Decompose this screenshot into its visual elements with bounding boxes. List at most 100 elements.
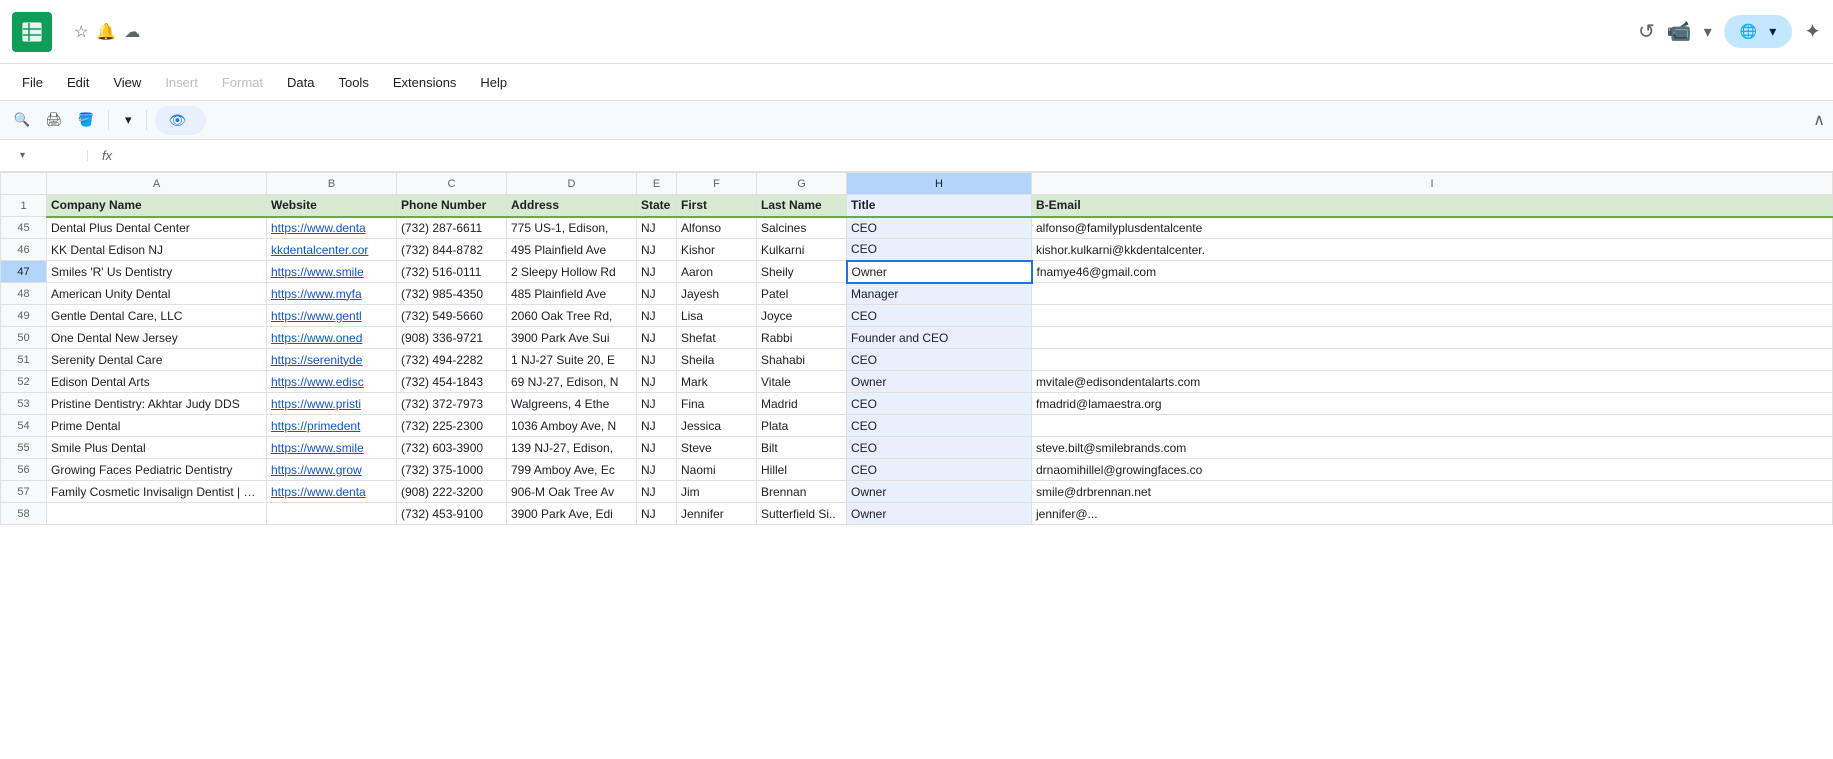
cell-49-C[interactable]: (732) 549-5660	[397, 305, 507, 327]
cell-52-H[interactable]: Owner	[847, 371, 1032, 393]
cell-56-B[interactable]: https://www.grow	[267, 459, 397, 481]
cell-52-B[interactable]: https://www.edisc	[267, 371, 397, 393]
cell-54-I[interactable]	[1032, 415, 1833, 437]
toolbar-collapse-icon[interactable]: ∧	[1813, 110, 1825, 130]
cell-55-A[interactable]: Smile Plus Dental	[47, 437, 267, 459]
menu-help[interactable]: Help	[470, 71, 517, 94]
cell-53-C[interactable]: (732) 372-7973	[397, 393, 507, 415]
cell-55-C[interactable]: (732) 603-3900	[397, 437, 507, 459]
cell-1-A[interactable]: Company Name	[47, 195, 267, 217]
col-header-G[interactable]: G	[757, 173, 847, 195]
cell-51-B[interactable]: https://serenityde	[267, 349, 397, 371]
cell-52-G[interactable]: Vitale	[757, 371, 847, 393]
cell-54-F[interactable]: Jessica	[677, 415, 757, 437]
cell-49-I[interactable]	[1032, 305, 1833, 327]
menu-data[interactable]: Data	[277, 71, 324, 94]
cell-50-F[interactable]: Shefat	[677, 327, 757, 349]
cell-47-H[interactable]: Owner	[847, 261, 1032, 283]
cell-51-D[interactable]: 1 NJ-27 Suite 20, E	[507, 349, 637, 371]
cell-45-I[interactable]: alfonso@familyplusdentalcente	[1032, 217, 1833, 239]
cell-56-G[interactable]: Hillel	[757, 459, 847, 481]
row-num-54[interactable]: 54	[1, 415, 47, 437]
cell-51-I[interactable]	[1032, 349, 1833, 371]
cell-54-D[interactable]: 1036 Amboy Ave, N	[507, 415, 637, 437]
row-num-58[interactable]: 58	[1, 503, 47, 525]
cell-56-E[interactable]: NJ	[637, 459, 677, 481]
menu-file[interactable]: File	[12, 71, 53, 94]
cell-52-D[interactable]: 69 NJ-27, Edison, N	[507, 371, 637, 393]
cell-55-B[interactable]: https://www.smile	[267, 437, 397, 459]
cell-52-E[interactable]: NJ	[637, 371, 677, 393]
cell-51-G[interactable]: Shahabi	[757, 349, 847, 371]
cell-58-A[interactable]	[47, 503, 267, 525]
cell-57-B[interactable]: https://www.denta	[267, 481, 397, 503]
cell-49-D[interactable]: 2060 Oak Tree Rd,	[507, 305, 637, 327]
cell-48-F[interactable]: Jayesh	[677, 283, 757, 305]
cell-50-C[interactable]: (908) 336-9721	[397, 327, 507, 349]
cell-1-F[interactable]: First	[677, 195, 757, 217]
cell-46-D[interactable]: 495 Plainfield Ave	[507, 239, 637, 261]
row-num-45[interactable]: 45	[1, 217, 47, 239]
cell-57-D[interactable]: 906-M Oak Tree Av	[507, 481, 637, 503]
cell-52-C[interactable]: (732) 454-1843	[397, 371, 507, 393]
cell-46-H[interactable]: CEO	[847, 239, 1032, 261]
cell-58-I[interactable]: jennifer@...	[1032, 503, 1833, 525]
cell-49-A[interactable]: Gentle Dental Care, LLC	[47, 305, 267, 327]
col-header-D[interactable]: D	[507, 173, 637, 195]
cell-50-B[interactable]: https://www.oned	[267, 327, 397, 349]
cell-58-H[interactable]: Owner	[847, 503, 1032, 525]
cell-47-F[interactable]: Aaron	[677, 261, 757, 283]
row-num-49[interactable]: 49	[1, 305, 47, 327]
gemini-icon[interactable]: ✦	[1804, 19, 1821, 44]
cell-1-C[interactable]: Phone Number	[397, 195, 507, 217]
cell-57-F[interactable]: Jim	[677, 481, 757, 503]
cell-53-I[interactable]: fmadrid@lamaestra.org	[1032, 393, 1833, 415]
cell-47-I[interactable]: fnamye46@gmail.com	[1032, 261, 1833, 283]
cell-52-A[interactable]: Edison Dental Arts	[47, 371, 267, 393]
cell-56-H[interactable]: CEO	[847, 459, 1032, 481]
cell-51-A[interactable]: Serenity Dental Care	[47, 349, 267, 371]
print-button[interactable]: 🖨	[40, 106, 68, 134]
cell-48-B[interactable]: https://www.myfa	[267, 283, 397, 305]
cell-46-A[interactable]: KK Dental Edison NJ	[47, 239, 267, 261]
cell-54-C[interactable]: (732) 225-2300	[397, 415, 507, 437]
cell-50-D[interactable]: 3900 Park Ave Sui	[507, 327, 637, 349]
share-button[interactable]: 🌐 ▾	[1724, 15, 1792, 48]
cell-49-B[interactable]: https://www.gentl	[267, 305, 397, 327]
cell-52-I[interactable]: mvitale@edisondentalarts.com	[1032, 371, 1833, 393]
row-num-57[interactable]: 57	[1, 481, 47, 503]
cell-55-D[interactable]: 139 NJ-27, Edison,	[507, 437, 637, 459]
cell-53-F[interactable]: Fina	[677, 393, 757, 415]
cell-45-H[interactable]: CEO	[847, 217, 1032, 239]
cell-56-F[interactable]: Naomi	[677, 459, 757, 481]
cell-58-D[interactable]: 3900 Park Ave, Edi	[507, 503, 637, 525]
menu-view[interactable]: View	[103, 71, 151, 94]
cell-1-B[interactable]: Website	[267, 195, 397, 217]
cell-49-F[interactable]: Lisa	[677, 305, 757, 327]
cell-45-C[interactable]: (732) 287-6611	[397, 217, 507, 239]
col-header-I[interactable]: I	[1032, 173, 1833, 195]
cell-50-H[interactable]: Founder and CEO	[847, 327, 1032, 349]
cell-1-H[interactable]: Title	[847, 195, 1032, 217]
cell-50-A[interactable]: One Dental New Jersey	[47, 327, 267, 349]
cell-57-G[interactable]: Brennan	[757, 481, 847, 503]
cell-48-A[interactable]: American Unity Dental	[47, 283, 267, 305]
cell-45-G[interactable]: Salcines	[757, 217, 847, 239]
cell-49-H[interactable]: CEO	[847, 305, 1032, 327]
cell-48-E[interactable]: NJ	[637, 283, 677, 305]
paint-format-button[interactable]: 🪣	[72, 106, 100, 134]
cell-57-A[interactable]: Family Cosmetic Invisalign Dentist | Den	[47, 481, 267, 503]
cell-48-C[interactable]: (732) 985-4350	[397, 283, 507, 305]
cell-53-H[interactable]: CEO	[847, 393, 1032, 415]
cell-54-G[interactable]: Plata	[757, 415, 847, 437]
cell-reference[interactable]: ▾	[8, 150, 88, 161]
cell-56-A[interactable]: Growing Faces Pediatric Dentistry	[47, 459, 267, 481]
cell-45-E[interactable]: NJ	[637, 217, 677, 239]
cell-53-E[interactable]: NJ	[637, 393, 677, 415]
cell-47-D[interactable]: 2 Sleepy Hollow Rd	[507, 261, 637, 283]
cell-56-C[interactable]: (732) 375-1000	[397, 459, 507, 481]
star-icon[interactable]: ☆	[74, 22, 88, 42]
col-header-E[interactable]: E	[637, 173, 677, 195]
search-button[interactable]: 🔍	[8, 106, 36, 134]
camera-icon[interactable]: 📹	[1667, 19, 1692, 44]
